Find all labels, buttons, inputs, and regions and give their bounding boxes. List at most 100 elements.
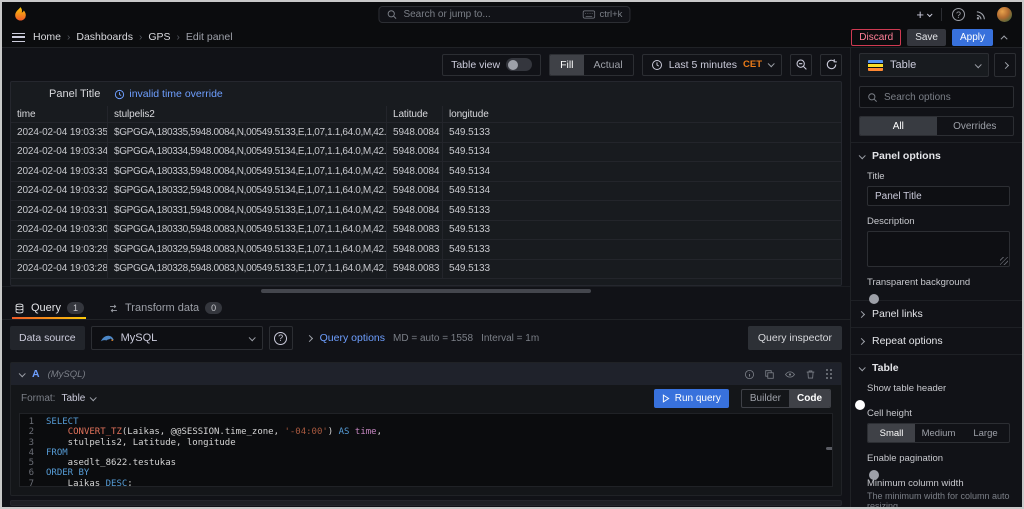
pane-splitter	[2, 286, 850, 295]
gps-table: time stulpelis2 Latitude longitude 2024-…	[11, 106, 841, 279]
fill-actual-group: Fill Actual	[549, 53, 634, 76]
collapse-query-icon[interactable]	[18, 369, 26, 377]
table-view-toggle-group[interactable]: Table view	[442, 53, 542, 76]
help-icon[interactable]: ?	[952, 8, 965, 21]
collapse-options-icon[interactable]	[999, 31, 1012, 43]
grafana-logo-icon[interactable]	[12, 6, 29, 23]
query-options-toggle[interactable]: Query options MD = auto = 1558 Interval …	[305, 332, 539, 344]
add-menu-button[interactable]: +	[916, 7, 933, 22]
play-icon	[662, 393, 670, 403]
query-row-header[interactable]: A (MySQL)	[11, 363, 841, 385]
sql-lines: 1 SELECT 2 CONVERT_TZ (Laikas, @@SESSION.ti…	[20, 417, 832, 486]
section-panel-links[interactable]: Panel links	[851, 300, 1022, 327]
breadcrumb-dashboards[interactable]: Dashboards	[76, 31, 133, 43]
save-button[interactable]: Save	[907, 28, 946, 46]
discard-button[interactable]: Discard	[851, 28, 902, 46]
panel-header[interactable]: Panel Title invalid time override	[11, 82, 841, 106]
section-repeat-options[interactable]: Repeat options	[851, 327, 1022, 354]
run-query-button[interactable]: Run query	[653, 388, 729, 408]
splitter-drag-handle[interactable]	[261, 289, 591, 293]
table-row: 2024-02-04 19:03:31 $GPGGA,180331,5948.00…	[11, 201, 841, 221]
table-cell: 549.5134	[443, 143, 841, 162]
delete-query-trash-icon[interactable]	[805, 369, 816, 380]
line-number: 5	[28, 458, 34, 469]
duplicate-query-icon[interactable]	[764, 369, 775, 380]
fill-option[interactable]: Fill	[550, 54, 584, 75]
breadcrumb-separator: ›	[138, 31, 143, 43]
column-header-stulpelis2[interactable]: stulpelis2	[108, 106, 387, 123]
hide-query-eye-icon[interactable]	[784, 369, 796, 380]
section-panel-options[interactable]: Panel options	[851, 142, 1022, 169]
column-header-longitude[interactable]: longitude	[443, 106, 841, 123]
description-textarea[interactable]	[867, 231, 1010, 267]
table-cell: 5948.0084	[387, 181, 443, 201]
min-col-width-desc: The minimum width for column auto resizi…	[867, 491, 1010, 509]
options-search-input[interactable]	[884, 91, 1006, 103]
datasource-select[interactable]: MySQL	[90, 326, 263, 350]
sql-token: SELECT	[46, 417, 79, 427]
collapse-sidebar-button[interactable]	[994, 53, 1016, 77]
show-header-label: Show table header	[867, 383, 947, 394]
options-search[interactable]	[859, 86, 1014, 108]
query-row-actions	[744, 368, 833, 380]
table-cell: 549.5133	[443, 123, 841, 143]
news-rss-icon[interactable]	[975, 9, 987, 21]
sql-line[interactable]: 1 SELECT	[20, 417, 832, 427]
breadcrumb-home[interactable]: Home	[33, 31, 61, 43]
panel-preview: Panel Title invalid time override time s…	[10, 81, 842, 286]
table-cell: 2024-02-04 19:03:32	[11, 181, 108, 201]
query-editor-row: A (MySQL) Format: Table Run query Builde…	[10, 362, 842, 496]
time-override-warning[interactable]: invalid time override	[114, 88, 223, 100]
section-table[interactable]: Table	[851, 354, 1022, 381]
line-number: 4	[28, 447, 34, 458]
code-option[interactable]: Code	[789, 389, 830, 407]
tab-transform-data[interactable]: Transform data 0	[106, 302, 224, 319]
table-row: 2024-02-04 19:03:32 $GPGGA,180332,5948.00…	[11, 181, 841, 201]
tab-all[interactable]: All	[860, 117, 937, 135]
cell-height-small[interactable]: Small	[868, 424, 915, 442]
editor-resize-handle[interactable]	[826, 447, 832, 451]
search-input[interactable]	[403, 9, 577, 20]
table-cell: $GPGGA,180334,5948.0084,N,00549.5134,E,1…	[108, 142, 387, 162]
menu-hamburger-icon[interactable]	[12, 32, 25, 42]
line-number: 1	[28, 417, 34, 427]
sql-token: time	[349, 427, 377, 438]
refresh-button[interactable]	[820, 53, 842, 76]
drag-grip-icon[interactable]	[825, 368, 833, 380]
column-header-time[interactable]: time	[11, 106, 108, 123]
sql-editor[interactable]: 1 SELECT 2 CONVERT_TZ (Laikas, @@SESSION.ti…	[19, 413, 833, 487]
format-select[interactable]: Table	[61, 393, 98, 404]
table-row: 2024-02-04 19:03:29 $GPGGA,180329,5948.00…	[11, 240, 841, 260]
cell-height-large[interactable]: Large	[962, 424, 1009, 442]
table-view-toggle[interactable]	[506, 58, 533, 71]
global-search[interactable]: ctrl+k	[378, 6, 631, 23]
sql-line[interactable]: 3 stulpelis2, Latitude, longitude	[20, 438, 832, 448]
user-avatar[interactable]	[997, 7, 1012, 22]
sql-line[interactable]: 2 CONVERT_TZ (Laikas, @@SESSION.time_zone…	[20, 427, 832, 437]
tab-overrides[interactable]: Overrides	[937, 117, 1014, 135]
table-row: 2024-02-04 19:03:35 $GPGGA,180335,5948.00…	[11, 123, 841, 143]
info-circle-icon[interactable]	[744, 369, 755, 380]
cell-height-medium[interactable]: Medium	[915, 424, 962, 442]
query-inspector-button[interactable]: Query inspector	[747, 326, 842, 350]
tab-query[interactable]: Query 1	[12, 302, 86, 319]
visualization-select[interactable]: Table	[859, 53, 989, 77]
actual-option[interactable]: Actual	[584, 55, 633, 75]
table-view-label: Table view	[451, 58, 501, 71]
breadcrumb-gps[interactable]: GPS	[148, 31, 170, 43]
zoom-out-button[interactable]	[790, 53, 812, 76]
sql-line[interactable]: 6 ORDER BY	[20, 468, 832, 478]
sql-line[interactable]: 4 FROM	[20, 448, 832, 458]
table-cell: $GPGGA,180328,5948.0083,N,00549.5133,E,1…	[108, 259, 387, 279]
panel-title-input[interactable]	[867, 186, 1010, 206]
description-label: Description	[867, 216, 915, 227]
time-range-picker[interactable]: Last 5 minutes CET	[641, 53, 782, 76]
sql-line[interactable]: 7 Laikas DESC;	[20, 479, 832, 486]
editor-height-drag-bar[interactable]	[10, 500, 842, 506]
apply-button[interactable]: Apply	[951, 28, 993, 46]
column-header-latitude[interactable]: Latitude	[387, 106, 443, 123]
datasource-help-button[interactable]: ?	[268, 326, 293, 350]
chevron-down-icon	[90, 393, 98, 401]
builder-option[interactable]: Builder	[742, 390, 789, 407]
sql-line[interactable]: 5 asedlt_8622.testukas	[20, 458, 832, 468]
